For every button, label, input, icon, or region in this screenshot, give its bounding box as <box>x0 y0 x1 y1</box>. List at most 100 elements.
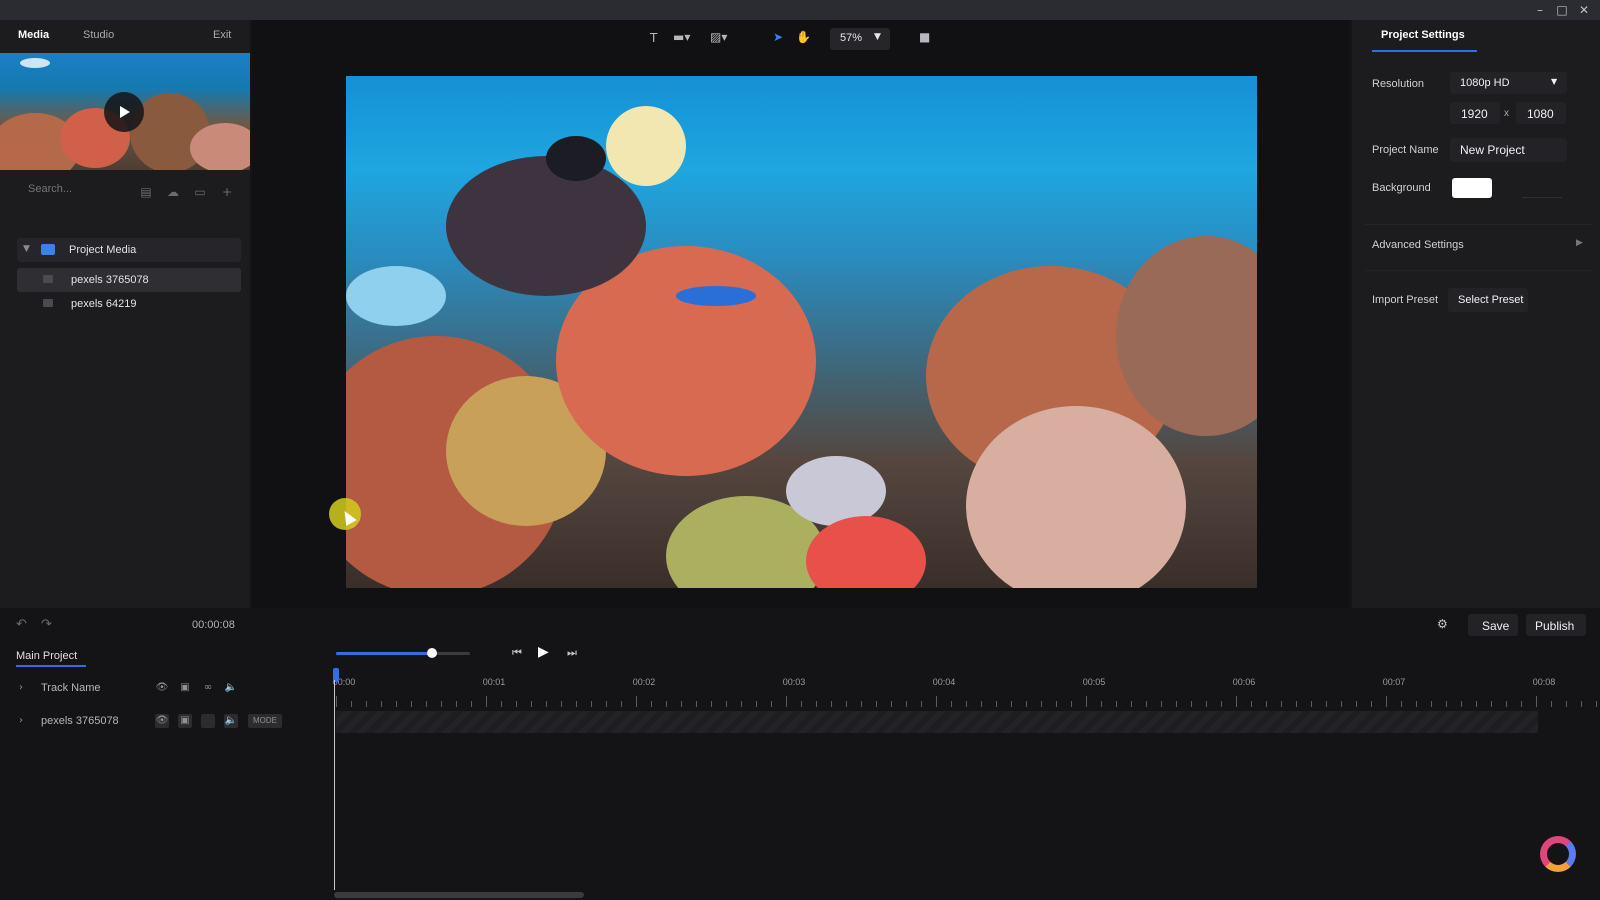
link-icon[interactable] <box>201 714 215 728</box>
media-item[interactable]: pexels 3765078 <box>17 268 241 292</box>
ruler-tick <box>1416 701 1417 707</box>
background-color-swatch[interactable] <box>1452 178 1492 198</box>
tab-project-settings[interactable]: Project Settings <box>1381 29 1465 41</box>
track-row[interactable]: › Track Name 👁 ▣ ∞ 🔈 <box>0 675 330 701</box>
track-row[interactable]: › pexels 3765078 👁 ▣ 🔈 MODE <box>0 708 330 734</box>
undo-icon[interactable]: ↶ <box>16 617 27 632</box>
height-input[interactable]: 1080 <box>1516 102 1566 124</box>
ruler-tick <box>1026 701 1027 707</box>
tab-media[interactable]: Media <box>18 29 49 41</box>
add-icon[interactable]: + <box>220 185 234 199</box>
advanced-settings-label[interactable]: Advanced Settings <box>1372 239 1464 251</box>
ruler-tick <box>816 701 817 707</box>
tab-main-project[interactable]: Main Project <box>16 650 77 662</box>
tab-studio[interactable]: Studio <box>83 29 114 41</box>
media-item-label: pexels 3765078 <box>71 274 149 286</box>
publish-button[interactable]: Publish <box>1526 614 1586 636</box>
lock-icon[interactable]: ▣ <box>178 681 192 695</box>
resolution-value: 1080p HD <box>1460 77 1510 89</box>
ruler-tick <box>561 701 562 707</box>
ruler-tick <box>921 701 922 707</box>
ruler-tick <box>696 701 697 707</box>
ruler-tick <box>666 701 667 707</box>
ruler-tick <box>1536 696 1537 707</box>
resolution-dropdown[interactable]: 1080p HD ▼ <box>1450 72 1567 94</box>
ruler-tick <box>1071 701 1072 707</box>
ruler-tick <box>486 696 487 707</box>
chevron-down-icon[interactable]: ▼ <box>23 244 30 254</box>
upload-icon[interactable]: ☁ <box>166 185 180 199</box>
ruler-tick <box>966 701 967 707</box>
ruler-tick <box>1566 701 1567 707</box>
eye-icon[interactable]: 👁 <box>155 681 169 695</box>
ruler-tick <box>1056 701 1057 707</box>
video-preview[interactable] <box>346 76 1257 588</box>
project-settings-panel: Project Settings Resolution 1080p HD ▼ 1… <box>1352 20 1600 608</box>
gear-icon[interactable]: ⚙ <box>1437 617 1448 631</box>
track-clip-area[interactable] <box>336 711 1538 733</box>
ruler-tick <box>1356 701 1357 707</box>
play-icon[interactable]: ▶ <box>538 644 549 660</box>
save-button[interactable]: Save <box>1468 614 1518 636</box>
eye-icon[interactable]: 👁 <box>155 714 169 728</box>
lock-icon[interactable]: ▣ <box>178 714 192 728</box>
width-input[interactable]: 1920 <box>1450 102 1500 124</box>
ruler-tick <box>1011 701 1012 707</box>
ruler-tick <box>1476 701 1477 707</box>
ruler-tick <box>1401 701 1402 707</box>
ruler-tick <box>441 701 442 707</box>
speaker-icon[interactable]: 🔈 <box>224 714 238 728</box>
ruler-tick <box>771 701 772 707</box>
media-item[interactable]: pexels 64219 <box>17 292 241 316</box>
active-tab-indicator <box>1372 50 1477 52</box>
link-icon[interactable]: ∞ <box>201 681 215 695</box>
project-name-label: Project Name <box>1372 144 1439 156</box>
chevron-right-icon[interactable]: › <box>14 714 28 728</box>
chevron-down-icon: ▼ <box>1551 77 1558 86</box>
note-icon[interactable]: ▤ <box>139 185 153 199</box>
hand-icon[interactable]: ✋ <box>796 30 811 44</box>
media-preview-thumbnail[interactable] <box>0 53 250 170</box>
ruler-tick <box>1521 701 1522 707</box>
exit-button[interactable]: Exit <box>213 29 231 41</box>
speaker-icon[interactable]: 🔈 <box>224 681 238 695</box>
ruler-tick <box>1101 701 1102 707</box>
image-icon[interactable]: ▨▾ <box>710 30 727 44</box>
ruler-tick <box>1386 696 1387 707</box>
play-preview-button[interactable] <box>104 92 144 132</box>
select-preset-button[interactable]: Select Preset <box>1448 288 1528 312</box>
ruler-tick <box>1251 701 1252 707</box>
ruler-tick <box>1371 701 1372 707</box>
chevron-right-icon[interactable]: ▶ <box>1576 238 1583 248</box>
ruler-tick <box>1296 701 1297 707</box>
search-input[interactable] <box>28 183 128 195</box>
select-preset-label: Select Preset <box>1458 294 1524 306</box>
folder-label: Project Media <box>69 244 137 256</box>
ruler-tick <box>1326 701 1327 707</box>
folder-project-media[interactable]: ▼ Project Media <box>17 238 241 262</box>
minimize-icon[interactable]: – <box>1533 3 1547 17</box>
redo-icon[interactable]: ↷ <box>41 617 52 632</box>
folder-icon[interactable]: ▭ <box>193 185 207 199</box>
timeline-ruler[interactable]: 00:00 00:01 00:02 00:03 00:04 00:05 00:06 00:07… <box>333 677 1600 707</box>
text-icon[interactable]: T <box>650 31 657 45</box>
project-name-input[interactable]: New Project <box>1450 138 1567 162</box>
dimension-separator: x <box>1504 108 1509 119</box>
ruler-tick-label: 00:05 <box>1082 677 1106 687</box>
chevron-right-icon[interactable]: › <box>14 681 28 695</box>
zoom-dropdown[interactable]: 57% ▼ <box>830 28 890 50</box>
skip-forward-icon[interactable]: ⏭ <box>567 646 577 660</box>
skip-back-icon[interactable]: ⏮ <box>512 646 522 660</box>
maximize-icon[interactable]: □ <box>1555 3 1569 17</box>
ruler-tick <box>1161 701 1162 707</box>
ruler-tick <box>351 701 352 707</box>
playback-progress-track[interactable] <box>336 648 470 658</box>
blend-mode-button[interactable]: MODE <box>248 714 282 728</box>
pointer-icon[interactable]: ➤ <box>773 30 783 44</box>
camera-icon[interactable]: ■ <box>919 30 930 44</box>
timeline-scrollbar[interactable] <box>334 892 584 898</box>
ruler-tick <box>996 701 997 707</box>
shape-icon[interactable]: ▬▾ <box>673 30 690 44</box>
close-icon[interactable]: ✕ <box>1577 3 1591 17</box>
title-bar: – □ ✕ <box>0 0 1600 20</box>
